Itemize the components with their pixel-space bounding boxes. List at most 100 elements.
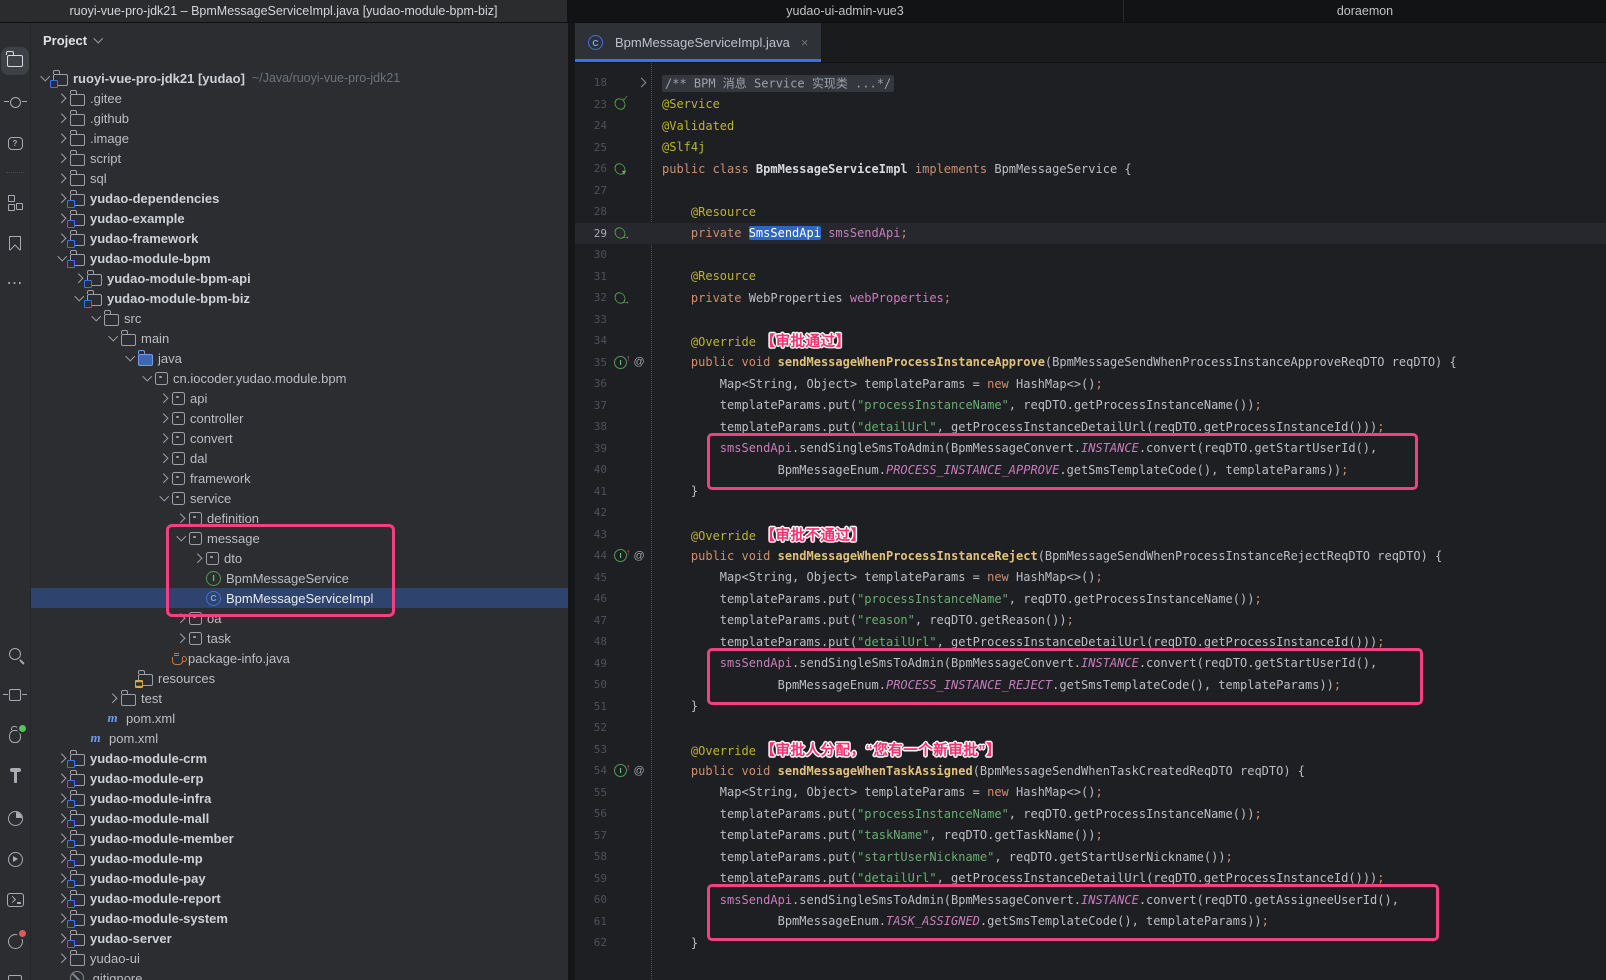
code-line-37[interactable]: 37 templateParams.put("processInstanceNa… xyxy=(575,395,1606,417)
tree-item-yudao-module-bpm-api[interactable]: yudao-module-bpm-api xyxy=(31,268,568,288)
code-line-61[interactable]: 61 BpmMessageEnum.TASK_ASSIGNED.getSmsTe… xyxy=(575,911,1606,933)
tree-item-pom.xml[interactable]: mpom.xml xyxy=(31,708,568,728)
tree-item-yudao-module-erp[interactable]: yudao-module-erp xyxy=(31,768,568,788)
gutter-bean-check-icon[interactable]: ✓ xyxy=(614,94,654,116)
code-line-59[interactable]: 59 templateParams.put("detailUrl", getPr… xyxy=(575,868,1606,890)
code-line-36[interactable]: 36 Map<String, Object> templateParams = … xyxy=(575,373,1606,395)
code-line-43[interactable]: 43 @Override 【审批不通过】 xyxy=(575,524,1606,546)
tree-item-definition[interactable]: definition xyxy=(31,508,568,528)
panel-editor-divider[interactable] xyxy=(568,23,575,980)
code-line-62[interactable]: 62 } xyxy=(575,932,1606,954)
code-line-40[interactable]: 40 BpmMessageEnum.PROCESS_INSTANCE_APPRO… xyxy=(575,459,1606,481)
chevron-right-icon[interactable] xyxy=(54,150,70,166)
tree-item-bpmmessageserviceimpl[interactable]: CBpmMessageServiceImpl xyxy=(31,588,568,608)
terminal-icon[interactable] xyxy=(1,886,29,914)
tree-item-dto[interactable]: dto xyxy=(31,548,568,568)
tree-item-.gitee[interactable]: .gitee xyxy=(31,88,568,108)
tree-item-convert[interactable]: convert xyxy=(31,428,568,448)
gutter-bean-tri-icon[interactable]: ▾ xyxy=(614,158,654,180)
tree-item-resources[interactable]: resources xyxy=(31,668,568,688)
code-line-34[interactable]: 34 @Override 【审批通过】 xyxy=(575,330,1606,352)
tree-item-message[interactable]: message xyxy=(31,528,568,548)
tree-item-oa[interactable]: oa xyxy=(31,608,568,628)
code-line-42[interactable]: 42 xyxy=(575,502,1606,524)
debug-icon[interactable] xyxy=(1,722,29,750)
code-line-39[interactable]: 39 smsSendApi.sendSingleSmsToAdmin(BpmMe… xyxy=(575,438,1606,460)
tree-item-main[interactable]: main xyxy=(31,328,568,348)
project-folder-icon[interactable] xyxy=(1,47,29,75)
tree-item-yudao-example[interactable]: yudao-example xyxy=(31,208,568,228)
chevron-right-icon[interactable] xyxy=(173,510,189,526)
chevron-right-icon[interactable] xyxy=(173,610,189,626)
chevron-right-icon[interactable] xyxy=(173,630,189,646)
code-line-38[interactable]: 38 templateParams.put("detailUrl", getPr… xyxy=(575,416,1606,438)
tree-item-yudao-module-infra[interactable]: yudao-module-infra xyxy=(31,788,568,808)
code-line-50[interactable]: 50 BpmMessageEnum.PROCESS_INSTANCE_REJEC… xyxy=(575,674,1606,696)
code-line-52[interactable]: 52 xyxy=(575,717,1606,739)
code-line-30[interactable]: 30 xyxy=(575,244,1606,266)
more-icon[interactable]: ⋯ xyxy=(1,270,29,298)
code-review-icon[interactable]: ? xyxy=(1,129,29,157)
code-line-25[interactable]: 25@Slf4j xyxy=(575,137,1606,159)
code-line-56[interactable]: 56 templateParams.put("processInstanceNa… xyxy=(575,803,1606,825)
find-icon[interactable] xyxy=(1,640,29,668)
tree-item-ruoyi-vue-pro-jdk21yudao[interactable]: ruoyi-vue-pro-jdk21 [yudao]~/Java/ruoyi-… xyxy=(31,68,568,88)
chevron-down-icon[interactable] xyxy=(156,490,172,506)
code-line-47[interactable]: 47 templateParams.put("reason", reqDTO.g… xyxy=(575,610,1606,632)
tree-item-api[interactable]: api xyxy=(31,388,568,408)
chevron-right-icon[interactable] xyxy=(156,430,172,446)
project-panel-header[interactable]: Project xyxy=(31,23,568,57)
chevron-right-icon[interactable] xyxy=(156,410,172,426)
code-line-57[interactable]: 57 templateParams.put("taskName", reqDTO… xyxy=(575,825,1606,847)
tree-item-service[interactable]: service xyxy=(31,488,568,508)
code-line-24[interactable]: 24@Validated xyxy=(575,115,1606,137)
chevron-right-icon[interactable] xyxy=(190,550,206,566)
code-line-49[interactable]: 49 smsSendApi.sendSingleSmsToAdmin(BpmMe… xyxy=(575,653,1606,675)
code-line-26[interactable]: 26▾public class BpmMessageServiceImpl im… xyxy=(575,158,1606,180)
code-line-23[interactable]: 23✓@Service xyxy=(575,94,1606,116)
chevron-right-icon[interactable] xyxy=(54,950,70,966)
code-editor[interactable]: 18/** BPM 消息 Service 实现类 ...*/23✓@Servic… xyxy=(575,63,1606,980)
window-title-doraemon[interactable]: doraemon xyxy=(1124,0,1606,22)
window-title-vue3[interactable]: yudao-ui-admin-vue3 xyxy=(567,0,1124,22)
commit-icon[interactable] xyxy=(1,88,29,116)
tree-item-pom.xml[interactable]: mpom.xml xyxy=(31,728,568,748)
code-line-58[interactable]: 58 templateParams.put("startUserNickname… xyxy=(575,846,1606,868)
tree-item-yudao-ui[interactable]: yudao-ui xyxy=(31,948,568,968)
tree-item-bpmmessageservice[interactable]: IBpmMessageService xyxy=(31,568,568,588)
tree-item-yudao-module-member[interactable]: yudao-module-member xyxy=(31,828,568,848)
run-icon[interactable] xyxy=(1,845,29,873)
code-line-31[interactable]: 31 @Resource xyxy=(575,266,1606,288)
tree-item-yudao-module-pay[interactable]: yudao-module-pay xyxy=(31,868,568,888)
gutter-impl-icon[interactable]: I↑@ xyxy=(614,545,654,567)
tree-item-src[interactable]: src xyxy=(31,308,568,328)
code-line-35[interactable]: 35I↑@ public void sendMessageWhenProcess… xyxy=(575,352,1606,374)
tree-item-cn.iocoder.yudao.module.bpm[interactable]: cn.iocoder.yudao.module.bpm xyxy=(31,368,568,388)
bookmarks-icon[interactable] xyxy=(1,229,29,257)
gutter-impl-icon[interactable]: I↑@ xyxy=(614,352,654,374)
code-line-29[interactable]: 29→ private SmsSendApi smsSendApi; xyxy=(575,223,1606,245)
code-line-46[interactable]: 46 templateParams.put("processInstanceNa… xyxy=(575,588,1606,610)
tree-item-controller[interactable]: controller xyxy=(31,408,568,428)
tree-item-framework[interactable]: framework xyxy=(31,468,568,488)
code-line-51[interactable]: 51 } xyxy=(575,696,1606,718)
code-line-45[interactable]: 45 Map<String, Object> templateParams = … xyxy=(575,567,1606,589)
coverage-icon[interactable] xyxy=(1,804,29,832)
tree-item-yudao-framework[interactable]: yudao-framework xyxy=(31,228,568,248)
tree-item-test[interactable]: test xyxy=(31,688,568,708)
code-line-27[interactable]: 27 xyxy=(575,180,1606,202)
code-line-60[interactable]: 60 smsSendApi.sendSingleSmsToAdmin(BpmMe… xyxy=(575,889,1606,911)
code-line-44[interactable]: 44I↑@ public void sendMessageWhenProcess… xyxy=(575,545,1606,567)
services-icon[interactable] xyxy=(1,681,29,709)
close-icon[interactable]: × xyxy=(801,35,809,50)
chevron-right-icon[interactable] xyxy=(54,170,70,186)
code-line-18[interactable]: 18/** BPM 消息 Service 实现类 ...*/ xyxy=(575,72,1606,94)
profiler-icon[interactable] xyxy=(1,968,29,980)
code-line-41[interactable]: 41 } xyxy=(575,481,1606,503)
tree-item-script[interactable]: script xyxy=(31,148,568,168)
chevron-right-icon[interactable] xyxy=(54,130,70,146)
chevron-down-icon[interactable] xyxy=(122,350,138,366)
code-line-32[interactable]: 32→ private WebProperties webProperties; xyxy=(575,287,1606,309)
tree-item-.github[interactable]: .github xyxy=(31,108,568,128)
code-line-48[interactable]: 48 templateParams.put("detailUrl", getPr… xyxy=(575,631,1606,653)
